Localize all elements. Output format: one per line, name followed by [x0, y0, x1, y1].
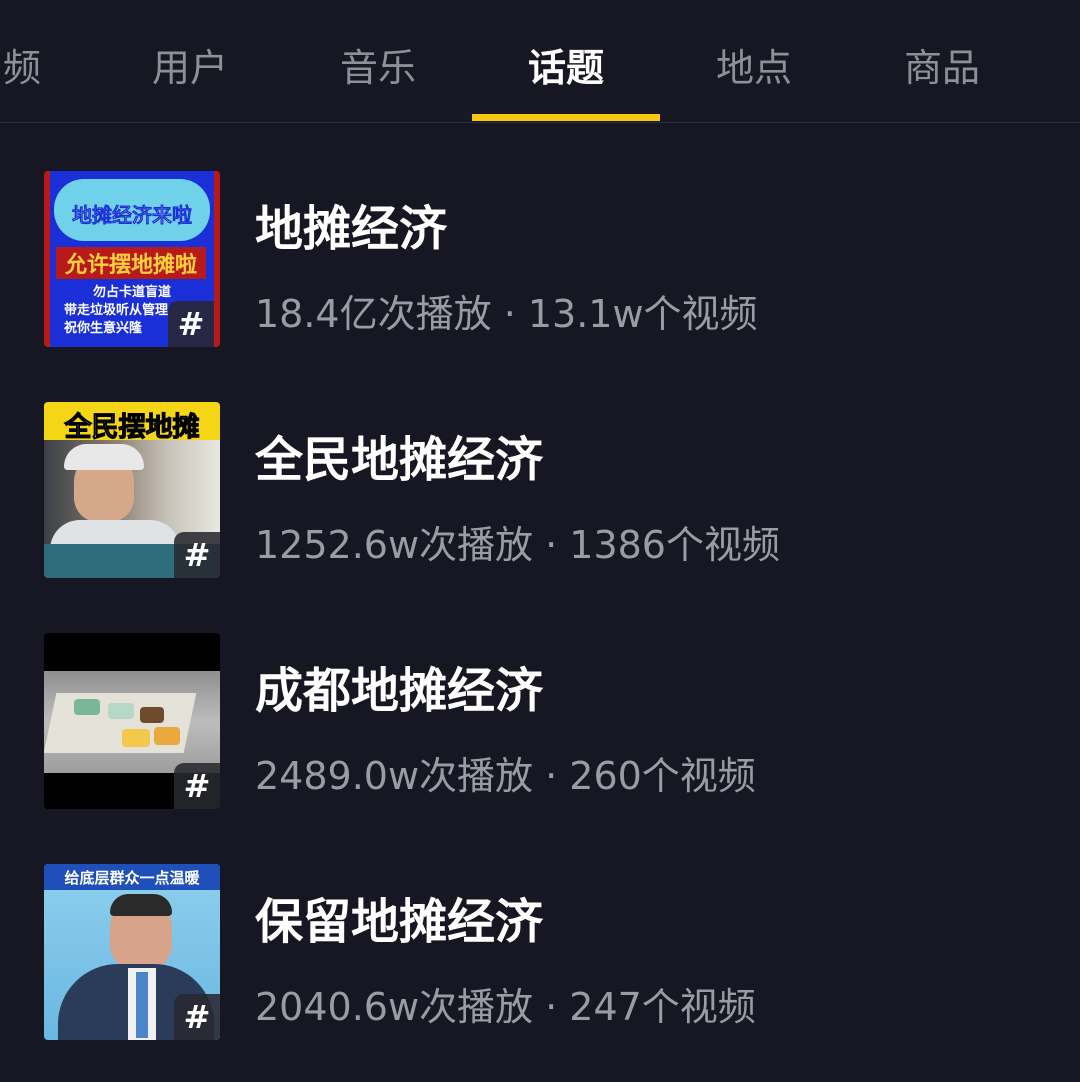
topic-stats: 1252.6w次播放 · 1386个视频 [255, 523, 780, 567]
thumbnail-caption: 允许摆地摊啦 [56, 247, 206, 279]
hashtag-icon: # [168, 301, 214, 347]
topic-result[interactable]: # 成都地摊经济 2489.0w次播放 · 260个视频 [0, 633, 1080, 811]
topic-thumbnail: 全民摆地摊 # [44, 402, 220, 578]
topic-thumbnail: 地摊经济来啦 允许摆地摊啦 勿占卡道盲道 带走垃圾听从管理 祝你生意兴隆 # [44, 171, 220, 347]
tab-music[interactable]: 音乐 [284, 40, 472, 96]
active-tab-indicator [472, 114, 660, 121]
topic-result[interactable]: 全民摆地摊 # 全民地摊经济 1252.6w次播放 · 1386个视频 [0, 402, 1080, 580]
topic-title: 成都地摊经济 [255, 663, 544, 719]
thumbnail-caption: 地摊经济来啦 [72, 203, 193, 228]
tab-products[interactable]: 商品 [848, 40, 1036, 96]
topic-stats: 2040.6w次播放 · 247个视频 [255, 985, 756, 1029]
tab-places[interactable]: 地点 [660, 40, 848, 96]
thumbnail-caption: 给底层群众一点温暖 [64, 869, 200, 887]
thumbnail-food [74, 699, 100, 715]
thumbnail-cap-hat [64, 444, 144, 470]
topic-title: 全民地摊经济 [255, 432, 544, 488]
thumbnail-tie [136, 972, 148, 1038]
topic-stats: 2489.0w次播放 · 260个视频 [255, 754, 756, 798]
thumbnail-food [140, 707, 164, 723]
tab-bar: 频 用户 音乐 话题 地点 商品 [0, 0, 1080, 123]
tab-topics[interactable]: 话题 [472, 40, 660, 96]
topic-title: 地摊经济 [255, 201, 448, 257]
thumbnail-food [154, 727, 180, 745]
thumbnail-food [108, 703, 134, 719]
topic-stats: 18.4亿次播放 · 13.1w个视频 [255, 292, 758, 336]
topic-title: 保留地摊经济 [255, 894, 544, 950]
topic-result[interactable]: 地摊经济来啦 允许摆地摊啦 勿占卡道盲道 带走垃圾听从管理 祝你生意兴隆 # 地… [0, 171, 1080, 349]
hashtag-icon: # [174, 994, 220, 1040]
topic-thumbnail: # [44, 633, 220, 809]
hashtag-icon: # [174, 763, 220, 809]
thumbnail-food [122, 729, 150, 747]
tab-users[interactable]: 用户 [96, 40, 284, 96]
thumbnail-caption: 勿占卡道盲道 [92, 285, 171, 300]
topic-thumbnail: 给底层群众一点温暖 # [44, 864, 220, 1040]
topic-result[interactable]: 给底层群众一点温暖 # 保留地摊经济 2040.6w次播放 · 247个视频 [0, 864, 1080, 1042]
hashtag-icon: # [174, 532, 220, 578]
thumbnail-caption: 全民摆地摊 [64, 412, 200, 444]
thumbnail-hair [110, 894, 172, 916]
